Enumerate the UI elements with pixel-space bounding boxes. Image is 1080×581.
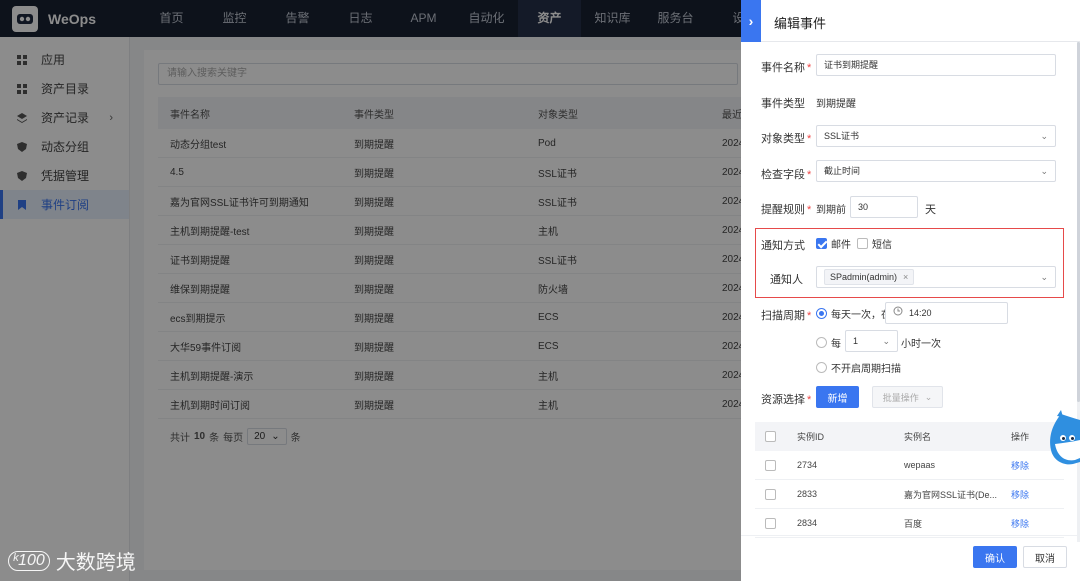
select-all-checkbox[interactable] <box>755 431 783 443</box>
batch-actions-button[interactable]: 批量操作 ⌄ <box>872 386 943 408</box>
column-header: 实例ID <box>797 432 825 442</box>
watermark-logo: ᵏ100 <box>8 550 50 571</box>
watermark-text: 大数跨境 <box>55 552 136 574</box>
table-row: 2834 百度 移除 <box>755 509 1064 538</box>
column-header: 实例名 <box>904 432 932 442</box>
radio-checked-icon <box>816 308 827 319</box>
checkbox-icon <box>765 459 776 471</box>
assistant-mascot-icon[interactable] <box>1043 410 1080 470</box>
resource-table: 实例ID 实例名 操作 2734 wepaas 移除 2833 嘉为官网SSL证书(De… <box>755 422 1064 538</box>
notify-sms-label: 短信 <box>872 240 892 251</box>
chevron-down-icon: ⌄ <box>882 336 890 346</box>
instance-name: 百度 <box>904 518 923 529</box>
confirm-button[interactable]: 确认 <box>973 546 1017 568</box>
collapse-drawer-button[interactable]: › <box>741 0 761 42</box>
chevron-down-icon: ⌄ <box>1040 131 1048 141</box>
event-name-label: 事件名称 * <box>761 62 812 74</box>
event-name-input[interactable]: 证书到期提醒 <box>816 54 1056 76</box>
radio-icon <box>816 337 827 348</box>
clock-icon <box>893 303 903 323</box>
notify-sms-checkbox[interactable]: 短信 <box>857 236 892 251</box>
object-type-select[interactable]: SSL证书 ⌄ <box>816 125 1056 147</box>
instance-name: wepaas <box>904 460 936 470</box>
person-tag: SPadmin(admin) × <box>824 267 915 287</box>
scan-hourly-prefix: 每 <box>831 339 841 350</box>
notify-person-select[interactable]: SPadmin(admin) × ⌄ <box>816 266 1056 288</box>
check-field-select[interactable]: 截止时间 ⌄ <box>816 160 1056 182</box>
event-type-value: 到期提醒 <box>816 99 856 110</box>
modal-mask[interactable] <box>0 0 741 581</box>
scan-label: 扫描周期 * <box>761 310 812 322</box>
scan-daily-label: 每天一次，在 <box>831 310 891 321</box>
drawer-title: 编辑事件 <box>774 16 827 31</box>
notify-method-label: 通知方式 <box>761 240 805 252</box>
scan-disable-label: 不开启周期扫描 <box>831 364 901 375</box>
divider <box>741 41 1080 42</box>
watermark: ᵏ100 大数跨境 <box>8 546 136 575</box>
instance-id: 2734 <box>797 460 818 470</box>
object-type-label: 对象类型 * <box>761 133 812 145</box>
remove-link[interactable]: 移除 <box>997 488 1064 501</box>
chevron-down-icon: ⌄ <box>924 391 933 402</box>
scan-disable-radio[interactable]: 不开启周期扫描 <box>816 360 901 375</box>
scan-hourly-suffix: 小时一次 <box>901 339 941 350</box>
object-type-value: SSL证书 <box>824 131 860 141</box>
scan-hourly-radio[interactable]: 每 <box>816 335 841 350</box>
batch-actions-label: 批量操作 <box>882 392 919 403</box>
row-checkbox[interactable] <box>755 517 783 529</box>
scan-hours-select[interactable]: 1 ⌄ <box>845 330 898 352</box>
notify-email-checkbox[interactable]: 邮件 <box>816 236 851 251</box>
resource-label: 资源选择 * <box>761 394 812 406</box>
edit-event-drawer: 编辑事件 事件名称 * 证书到期提醒 事件类型 到期提醒 对象类型 * SSL证书 … <box>741 0 1080 581</box>
check-field-label: 检查字段 * <box>761 169 812 181</box>
check-field-value: 截止时间 <box>824 166 861 176</box>
checkbox-icon <box>765 488 776 500</box>
radio-icon <box>816 362 827 373</box>
checkbox-icon <box>765 431 776 443</box>
scan-time-value: 14:20 <box>909 308 932 318</box>
notify-email-label: 邮件 <box>831 240 851 251</box>
add-resource-button[interactable]: 新增 <box>816 386 859 408</box>
scan-hours-value: 1 <box>853 336 859 346</box>
chevron-right-icon: › <box>748 13 754 29</box>
instance-id: 2833 <box>797 489 818 499</box>
row-checkbox[interactable] <box>755 488 783 500</box>
scan-time-picker[interactable]: 14:20 <box>885 302 1008 324</box>
instance-name: 嘉为官网SSL证书(De... <box>904 489 997 500</box>
table-row: 2734 wepaas 移除 <box>755 451 1064 480</box>
rule-days-input[interactable]: 30 <box>850 196 918 218</box>
rule-suffix: 天 <box>925 204 936 216</box>
remove-link[interactable]: 移除 <box>997 517 1064 530</box>
checkbox-icon <box>857 238 868 249</box>
divider <box>741 535 1080 536</box>
rule-label: 提醒规则 * <box>761 204 812 216</box>
event-type-label: 事件类型 <box>761 98 805 110</box>
chevron-down-icon: ⌄ <box>1040 272 1048 282</box>
chevron-down-icon: ⌄ <box>1040 166 1048 176</box>
close-icon[interactable]: × <box>903 267 908 287</box>
notify-person-label: 通知人 <box>770 274 803 286</box>
checkbox-icon <box>765 517 776 529</box>
instance-id: 2834 <box>797 518 818 528</box>
table-row: 2833 嘉为官网SSL证书(De... 移除 <box>755 480 1064 509</box>
checkbox-checked-icon <box>816 238 827 249</box>
table-header: 实例ID 实例名 操作 <box>755 422 1064 451</box>
row-checkbox[interactable] <box>755 459 783 471</box>
scan-daily-radio[interactable]: 每天一次，在 <box>816 306 891 321</box>
person-tag-label: SPadmin(admin) <box>830 272 898 282</box>
rule-prefix: 到期前 <box>816 205 846 216</box>
cancel-button[interactable]: 取消 <box>1023 546 1067 568</box>
